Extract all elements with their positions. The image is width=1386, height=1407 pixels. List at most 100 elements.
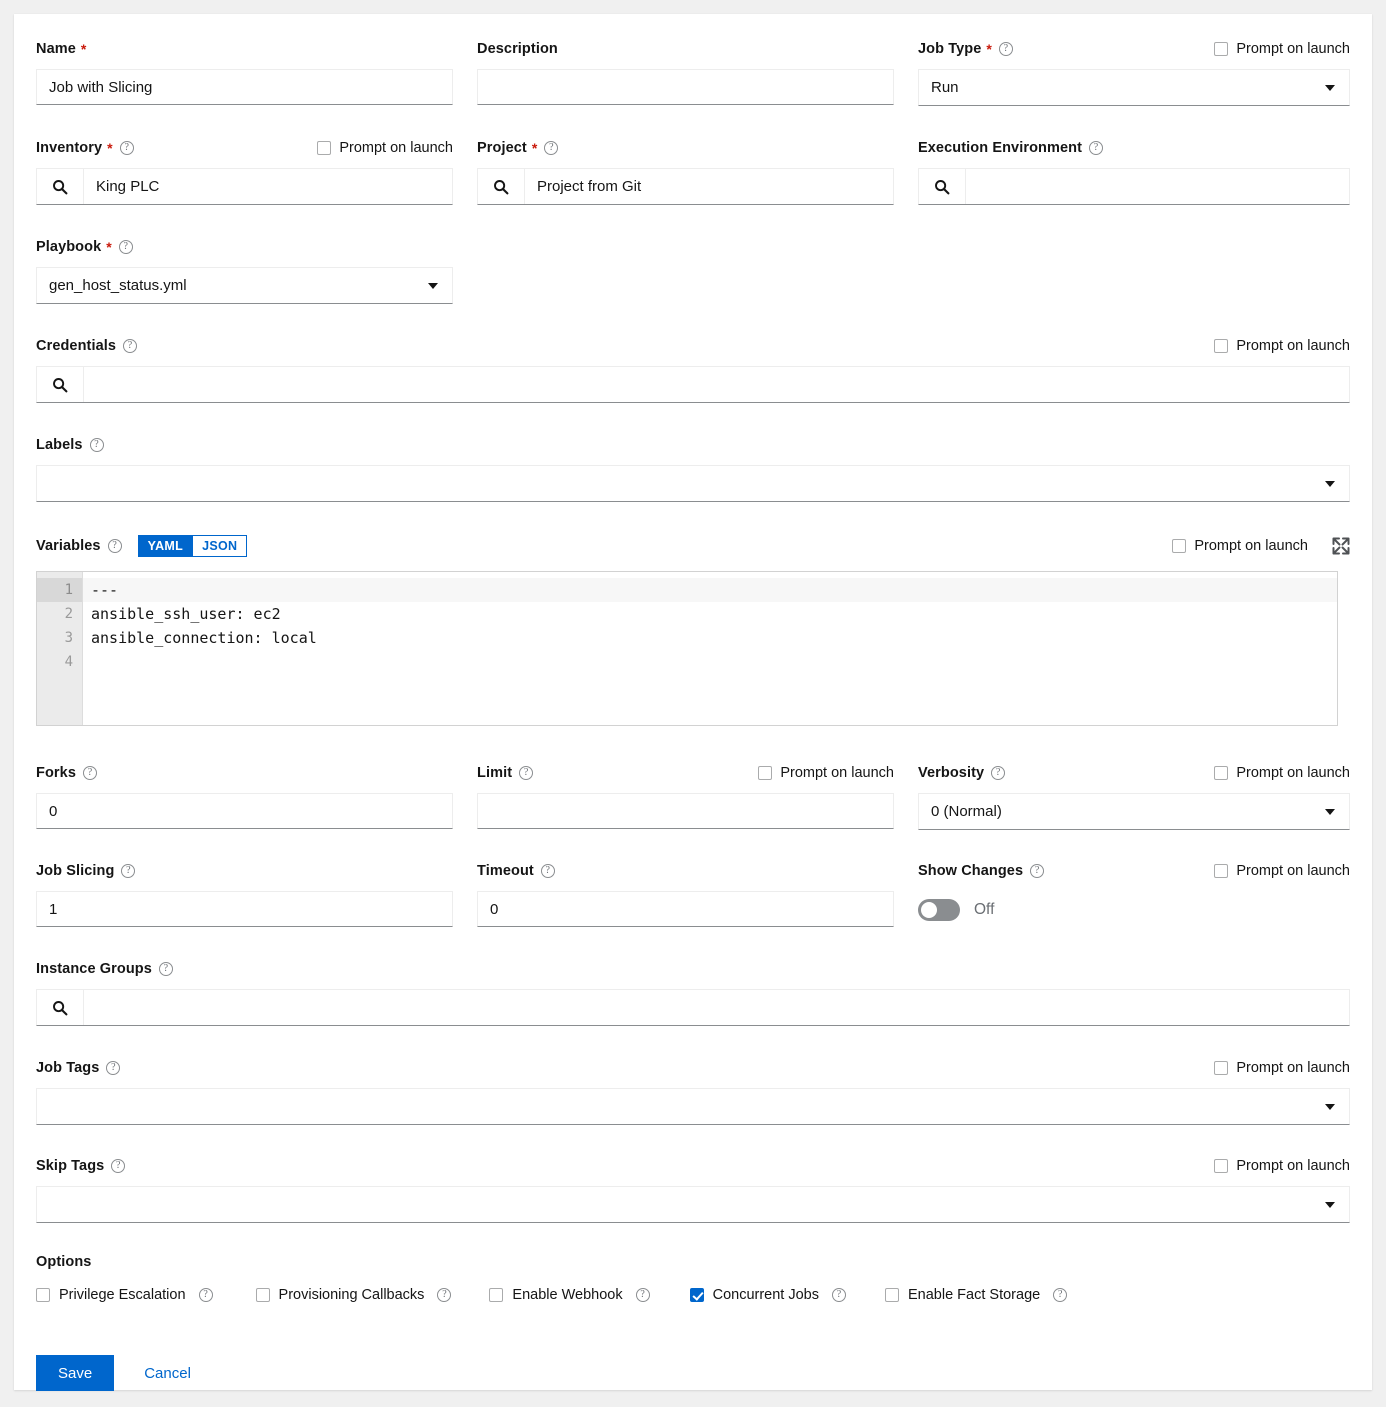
job-tags-select[interactable]	[36, 1088, 1350, 1125]
question-circle-icon[interactable]: ?	[158, 962, 173, 976]
limit-prompt-checkbox[interactable]	[758, 766, 773, 780]
field-job-type: Job Type * ? Prompt on launch Run	[918, 38, 1350, 106]
field-job-slicing: Job Slicing ? 1	[36, 860, 477, 928]
credentials-prompt-on-launch[interactable]: Prompt on launch	[1214, 338, 1350, 354]
project-search-button[interactable]	[478, 169, 525, 204]
privilege-escalation-checkbox[interactable]	[36, 1288, 50, 1302]
option-provisioning-callbacks[interactable]: Provisioning Callbacks ?	[255, 1287, 452, 1303]
credentials-lookup[interactable]	[36, 366, 1350, 403]
field-skip-tags: Skip Tags ? Prompt on launch	[36, 1155, 1350, 1223]
playbook-select[interactable]: gen_host_status.yml	[36, 267, 453, 304]
question-circle-icon[interactable]: ?	[118, 240, 133, 254]
variables-format-toggle[interactable]: YAML JSON	[137, 535, 248, 557]
question-circle-icon[interactable]: ?	[519, 766, 534, 780]
provisioning-callbacks-checkbox[interactable]	[255, 1288, 270, 1302]
editor-content[interactable]: --- ansible_ssh_user: ec2 ansible_connec…	[83, 572, 1337, 725]
variables-yaml-button[interactable]: YAML	[137, 535, 193, 557]
option-privilege-escalation[interactable]: Privilege Escalation ?	[36, 1287, 213, 1303]
instance-groups-search-button[interactable]	[37, 990, 84, 1025]
verbosity-select[interactable]: 0 (Normal)	[918, 793, 1350, 830]
enable-webhook-checkbox[interactable]	[489, 1288, 504, 1302]
line-number: 1	[37, 578, 82, 602]
name-input[interactable]: Job with Slicing	[36, 69, 453, 105]
save-button[interactable]: Save	[36, 1355, 115, 1391]
variables-code-editor[interactable]: 1 2 3 4 --- ansible_ssh_user: ec2 ansibl…	[36, 571, 1338, 726]
field-inventory: Inventory * ? Prompt on launch King PLC	[36, 137, 477, 205]
credentials-prompt-checkbox[interactable]	[1214, 339, 1229, 353]
question-circle-icon[interactable]: ?	[89, 438, 104, 452]
option-concurrent-jobs[interactable]: Concurrent Jobs ?	[689, 1287, 846, 1303]
execution-environment-search-button[interactable]	[919, 169, 966, 204]
question-circle-icon[interactable]: ?	[121, 864, 136, 878]
show-changes-prompt-on-launch[interactable]: Prompt on launch	[1214, 863, 1350, 879]
question-circle-icon[interactable]: ?	[111, 1159, 126, 1173]
show-changes-prompt-checkbox[interactable]	[1214, 864, 1229, 878]
question-circle-icon[interactable]: ?	[544, 141, 559, 155]
limit-input[interactable]	[477, 793, 894, 829]
enable-fact-storage-checkbox[interactable]	[885, 1288, 899, 1302]
project-lookup[interactable]: Project from Git	[477, 168, 894, 205]
verbosity-prompt-label: Prompt on launch	[1236, 765, 1350, 781]
question-circle-icon[interactable]: ?	[83, 766, 97, 780]
question-circle-icon[interactable]: ?	[998, 42, 1013, 56]
option-enable-fact-storage[interactable]: Enable Fact Storage ?	[885, 1287, 1068, 1303]
job-type-prompt-checkbox[interactable]	[1214, 42, 1229, 56]
skip-tags-select[interactable]	[36, 1186, 1350, 1223]
project-label: Project * ?	[477, 140, 559, 156]
question-circle-icon[interactable]: ?	[123, 339, 138, 353]
inventory-lookup[interactable]: King PLC	[36, 168, 453, 205]
skip-tags-prompt-checkbox[interactable]	[1214, 1159, 1229, 1173]
playbook-required-asterisk: *	[106, 239, 112, 255]
variables-json-button[interactable]: JSON	[192, 535, 248, 557]
show-changes-toggle[interactable]	[918, 898, 960, 921]
job-slicing-input[interactable]: 1	[36, 891, 453, 927]
timeout-input[interactable]: 0	[477, 891, 894, 927]
verbosity-prompt-on-launch[interactable]: Prompt on launch	[1214, 765, 1350, 781]
execution-environment-lookup[interactable]	[918, 168, 1350, 205]
question-circle-icon[interactable]: ?	[991, 766, 1006, 780]
job-tags-prompt-checkbox[interactable]	[1214, 1061, 1229, 1075]
inventory-prompt-on-launch[interactable]: Prompt on launch	[317, 140, 453, 156]
credentials-search-button[interactable]	[37, 367, 84, 402]
question-circle-icon[interactable]: ?	[635, 1288, 650, 1302]
question-circle-icon[interactable]: ?	[119, 141, 134, 155]
job-slicing-label-text: Job Slicing	[36, 863, 115, 879]
variables-prompt-checkbox[interactable]	[1172, 539, 1187, 553]
field-show-changes: Show Changes ? Prompt on launch Off	[918, 860, 1350, 928]
skip-tags-prompt-on-launch[interactable]: Prompt on launch	[1214, 1158, 1350, 1174]
verbosity-prompt-checkbox[interactable]	[1214, 766, 1229, 780]
cancel-button[interactable]: Cancel	[126, 1355, 209, 1391]
question-circle-icon[interactable]: ?	[106, 1061, 121, 1075]
options-title: Options	[36, 1254, 91, 1270]
timeout-label: Timeout ?	[477, 863, 555, 879]
option-enable-webhook[interactable]: Enable Webhook ?	[489, 1287, 650, 1303]
inventory-prompt-label: Prompt on launch	[339, 140, 453, 156]
question-circle-icon[interactable]: ?	[832, 1288, 846, 1302]
instance-groups-lookup[interactable]	[36, 989, 1350, 1026]
question-circle-icon[interactable]: ?	[437, 1288, 452, 1302]
question-circle-icon[interactable]: ?	[1030, 864, 1045, 878]
concurrent-jobs-label: Concurrent Jobs	[712, 1287, 819, 1303]
question-circle-icon[interactable]: ?	[107, 539, 122, 553]
question-circle-icon[interactable]: ?	[540, 864, 555, 878]
field-execution-environment: Execution Environment ?	[918, 137, 1350, 205]
job-type-required-asterisk: *	[986, 41, 992, 57]
limit-prompt-on-launch[interactable]: Prompt on launch	[758, 765, 894, 781]
question-circle-icon[interactable]: ?	[1089, 141, 1104, 155]
inventory-search-button[interactable]	[37, 169, 84, 204]
variables-prompt-on-launch[interactable]: Prompt on launch	[1172, 538, 1308, 554]
question-circle-icon[interactable]: ?	[1053, 1288, 1068, 1302]
field-credentials: Credentials ? Prompt on launch	[36, 335, 1350, 403]
expand-arrows-icon[interactable]	[1332, 537, 1350, 555]
question-circle-icon[interactable]: ?	[198, 1288, 213, 1302]
chevron-down-icon	[1325, 84, 1335, 91]
labels-select[interactable]	[36, 465, 1350, 502]
description-input[interactable]	[477, 69, 894, 105]
job-tags-prompt-on-launch[interactable]: Prompt on launch	[1214, 1060, 1350, 1076]
job-type-select[interactable]: Run	[918, 69, 1350, 106]
job-slicing-label: Job Slicing ?	[36, 863, 136, 879]
job-type-prompt-on-launch[interactable]: Prompt on launch	[1214, 41, 1350, 57]
forks-input[interactable]: 0	[36, 793, 453, 829]
inventory-prompt-checkbox[interactable]	[317, 141, 332, 155]
concurrent-jobs-checkbox[interactable]	[689, 1288, 704, 1302]
